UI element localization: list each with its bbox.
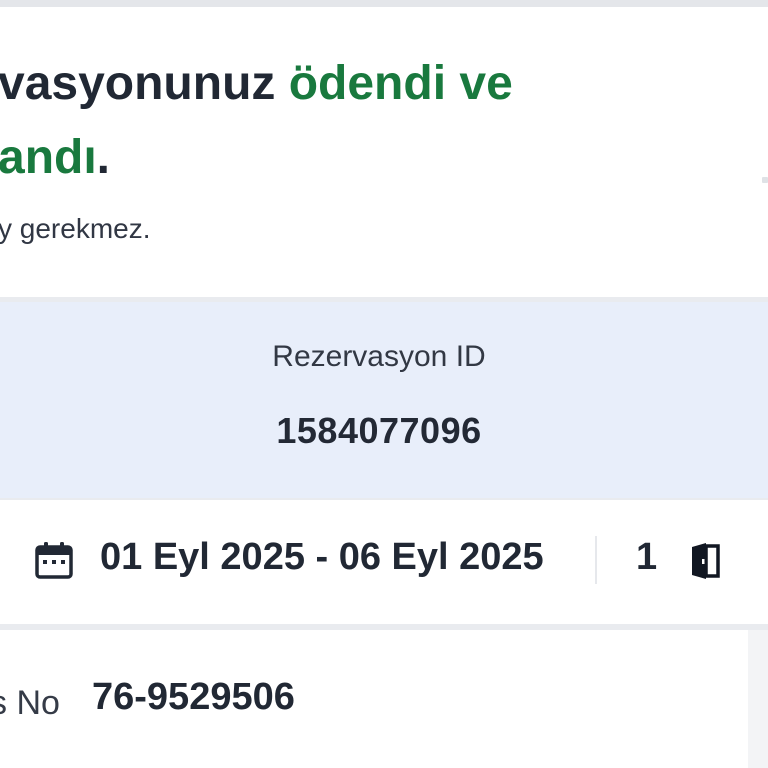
confirmation-header-card: vasyonunuz ödendi ve andı. y gerekmez. xyxy=(0,7,768,297)
headline-text-green: ödendi ve xyxy=(288,57,513,110)
vertical-divider xyxy=(595,536,597,584)
stay-dates-row: 01 Eyl 2025 - 06 Eyl 2025 1 xyxy=(0,500,768,624)
headline-subtitle: y gerekmez. xyxy=(0,213,151,244)
confirmation-number-row: s No 76-9529506 xyxy=(0,630,768,768)
confirmation-headline: vasyonunuz ödendi ve andı. xyxy=(0,47,513,195)
reservation-id-box: Rezervasyon ID 1584077096 xyxy=(0,302,768,498)
top-border xyxy=(0,0,768,7)
room-count: 1 xyxy=(636,536,658,578)
edge-mark xyxy=(762,177,768,183)
reservation-id-label: Rezervasyon ID xyxy=(272,340,486,373)
headline-line2-end: . xyxy=(96,131,111,184)
stay-date-range: 01 Eyl 2025 - 06 Eyl 2025 xyxy=(100,536,544,578)
door-icon xyxy=(692,543,720,579)
reservation-id-value: 1584077096 xyxy=(276,410,482,451)
headline-line2-green: andı xyxy=(0,131,97,184)
headline-text-dark: vasyonunuz xyxy=(0,57,289,110)
confirmation-number-value: 76-9529506 xyxy=(92,676,295,718)
confirmation-number-label: s No xyxy=(0,684,60,722)
right-edge-shade xyxy=(748,630,768,768)
calendar-icon xyxy=(35,542,73,579)
